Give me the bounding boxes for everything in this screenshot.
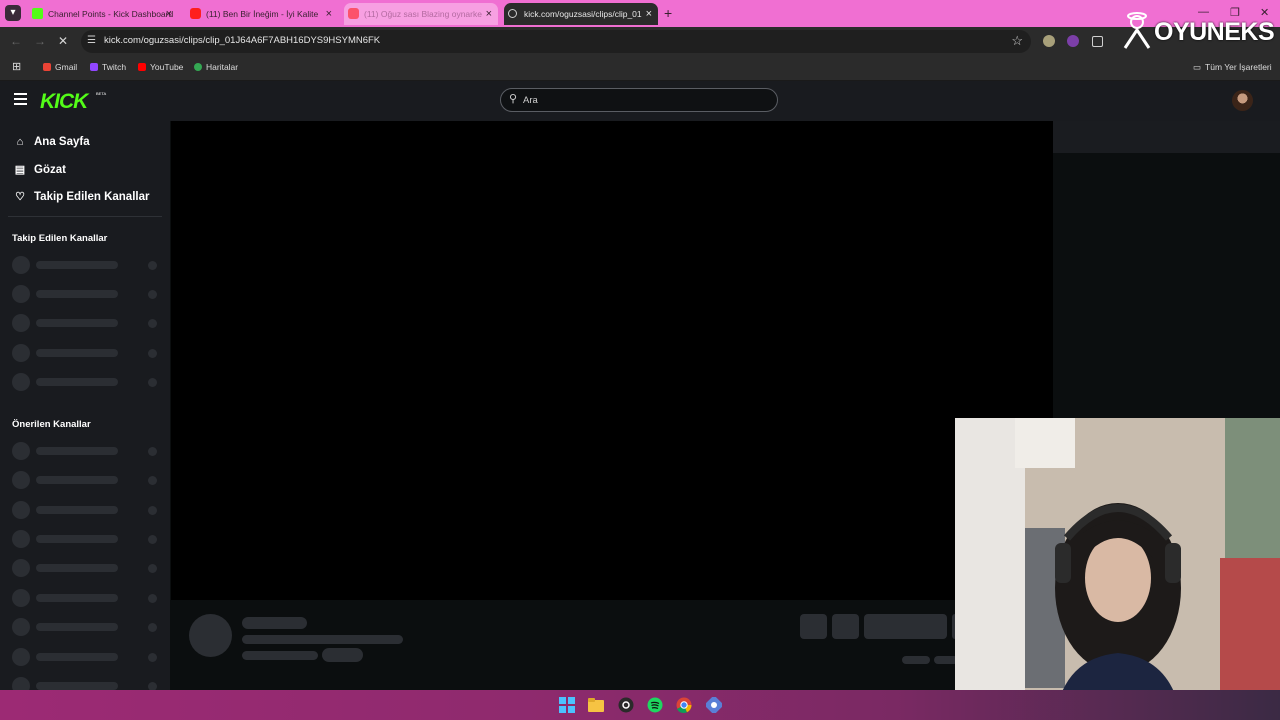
tab-title: Channel Points - Kick Dashboard bbox=[48, 9, 174, 19]
tab-title: (11) Ben Bir İneğim - İyi Kalite bbox=[206, 9, 319, 19]
app-icon[interactable] bbox=[705, 696, 723, 714]
bookmark-maps[interactable]: Haritalar bbox=[194, 62, 238, 72]
home-icon: ⌂ bbox=[16, 136, 24, 148]
tab-search-button[interactable]: ▾ bbox=[5, 5, 21, 21]
search-input[interactable]: ⚲ Ara bbox=[500, 88, 778, 112]
maps-icon bbox=[194, 63, 202, 71]
extensions-puzzle-icon[interactable] bbox=[1092, 36, 1103, 47]
site-info-icon[interactable]: ☰ bbox=[87, 35, 96, 46]
meta-skeleton bbox=[242, 651, 318, 660]
search-icon: ⚲ bbox=[509, 93, 518, 105]
extension-icon[interactable] bbox=[1067, 35, 1079, 47]
url-text[interactable]: kick.com/oguzsasi/clips/clip_01J64A6F7AB… bbox=[104, 35, 380, 46]
menu-icon[interactable] bbox=[14, 93, 27, 105]
stream-overlay-logo: OYUNEKS bbox=[1122, 10, 1275, 52]
url-bar[interactable]: ☰ kick.com/oguzsasi/clips/clip_01J64A6F7… bbox=[81, 30, 1031, 53]
close-tab-icon[interactable]: × bbox=[646, 3, 652, 25]
channel-skeleton bbox=[12, 501, 162, 519]
loading-icon bbox=[508, 9, 517, 18]
file-explorer-icon[interactable] bbox=[588, 697, 604, 713]
extension-icon[interactable] bbox=[1043, 35, 1055, 47]
all-bookmarks-button[interactable]: ▭ Tüm Yer İşaretleri bbox=[1193, 62, 1272, 73]
title-skeleton bbox=[242, 617, 307, 629]
new-tab-icon[interactable]: + bbox=[664, 5, 672, 21]
twitch-icon bbox=[90, 63, 98, 71]
sidebar: ⌂ Ana Sayfa ▤ Gözat ♡ Takip Edilen Kanallar… bbox=[0, 121, 170, 690]
sidebar-divider bbox=[8, 216, 162, 217]
beta-badge: BETA bbox=[96, 91, 107, 96]
close-tab-icon[interactable]: × bbox=[326, 3, 332, 25]
youtube-icon bbox=[138, 63, 146, 71]
tab-strip: ▾ Channel Points - Kick Dashboard × (11)… bbox=[0, 0, 1280, 27]
followed-channels-title: Takip Edilen Kanallar bbox=[12, 233, 108, 244]
kick-favicon-icon bbox=[32, 8, 43, 19]
close-tab-icon[interactable]: × bbox=[486, 3, 492, 25]
channel-skeleton bbox=[12, 285, 162, 303]
tab-youtube-1[interactable]: (11) Ben Bir İneğim - İyi Kalite × bbox=[186, 3, 338, 25]
channel-skeleton bbox=[12, 471, 162, 489]
channel-skeleton bbox=[12, 559, 162, 577]
sidebar-item-following[interactable]: ♡ Takip Edilen Kanallar bbox=[12, 190, 149, 203]
folder-icon: ▭ bbox=[1193, 62, 1202, 72]
channel-skeleton bbox=[12, 256, 162, 274]
kick-logo[interactable]: KICK bbox=[40, 90, 88, 114]
channel-skeleton bbox=[12, 373, 162, 391]
tab-youtube-2[interactable]: (11) Oğuz sası Blazing oynarke × bbox=[344, 3, 498, 25]
stat-skeleton bbox=[902, 656, 930, 664]
subtitle-skeleton bbox=[242, 635, 403, 644]
close-tab-icon[interactable]: × bbox=[166, 3, 172, 25]
windows-start-icon[interactable] bbox=[559, 697, 575, 713]
webcam-overlay bbox=[955, 418, 1280, 716]
bookmark-youtube[interactable]: YouTube bbox=[138, 62, 183, 72]
action-button-skeleton bbox=[832, 614, 859, 639]
tab-kick-dashboard[interactable]: Channel Points - Kick Dashboard × bbox=[28, 3, 178, 25]
windows-taskbar bbox=[0, 690, 1280, 720]
mascot-icon bbox=[1123, 12, 1151, 49]
forward-icon[interactable]: → bbox=[34, 34, 46, 48]
bookmark-twitch[interactable]: Twitch bbox=[90, 62, 126, 72]
channel-skeleton bbox=[12, 677, 162, 690]
bookmark-gmail[interactable]: Gmail bbox=[43, 62, 77, 72]
bookmark-star-icon[interactable]: ☆ bbox=[1011, 33, 1023, 49]
youtube-favicon-icon bbox=[190, 8, 201, 19]
action-button-skeleton bbox=[800, 614, 827, 639]
gmail-icon bbox=[43, 63, 51, 71]
streamer-avatar-skeleton bbox=[189, 614, 232, 657]
channel-skeleton bbox=[12, 530, 162, 548]
channel-skeleton bbox=[12, 648, 162, 666]
video-player[interactable] bbox=[171, 121, 1053, 600]
browse-icon: ▤ bbox=[14, 164, 26, 176]
streamer-webcam-image bbox=[955, 418, 1280, 716]
spotify-icon[interactable] bbox=[647, 697, 663, 713]
sidebar-item-home[interactable]: ⌂ Ana Sayfa bbox=[12, 136, 90, 148]
channel-skeleton bbox=[12, 344, 162, 362]
channel-skeleton bbox=[12, 589, 162, 607]
avatar[interactable] bbox=[1232, 90, 1253, 111]
heart-icon: ♡ bbox=[15, 191, 25, 203]
tab-kick-clip[interactable]: kick.com/oguzsasi/clips/clip_01 × bbox=[504, 3, 658, 25]
bookmarks-bar: ⊞ Gmail Twitch YouTube Haritalar ▭ Tüm Ye… bbox=[0, 56, 1280, 81]
apps-grid-icon[interactable]: ⊞ bbox=[12, 60, 21, 73]
brand-wordmark: OYUNEKS bbox=[1154, 18, 1275, 46]
tab-title: kick.com/oguzsasi/clips/clip_01 bbox=[524, 9, 642, 19]
back-icon[interactable]: ← bbox=[10, 34, 22, 48]
stop-loading-icon[interactable]: ✕ bbox=[58, 34, 68, 48]
search-placeholder: Ara bbox=[523, 95, 538, 106]
tab-title: (11) Oğuz sası Blazing oynarke bbox=[364, 9, 482, 19]
chrome-icon[interactable] bbox=[676, 697, 692, 713]
chat-header-skeleton bbox=[1053, 121, 1280, 153]
channel-skeleton bbox=[12, 442, 162, 460]
youtube-favicon-icon bbox=[348, 8, 359, 19]
channel-skeleton bbox=[12, 314, 162, 332]
channel-skeleton bbox=[12, 618, 162, 636]
address-toolbar: ← → ✕ ☰ kick.com/oguzsasi/clips/clip_01J… bbox=[0, 27, 1280, 56]
kick-header: KICK BETA ⚲ Ara bbox=[0, 81, 1280, 121]
obs-icon[interactable] bbox=[618, 697, 634, 713]
tag-skeleton bbox=[322, 648, 363, 662]
sidebar-item-browse[interactable]: ▤ Gözat bbox=[12, 163, 66, 176]
action-button-skeleton bbox=[864, 614, 947, 639]
recommended-channels-title: Önerilen Kanallar bbox=[12, 419, 91, 430]
